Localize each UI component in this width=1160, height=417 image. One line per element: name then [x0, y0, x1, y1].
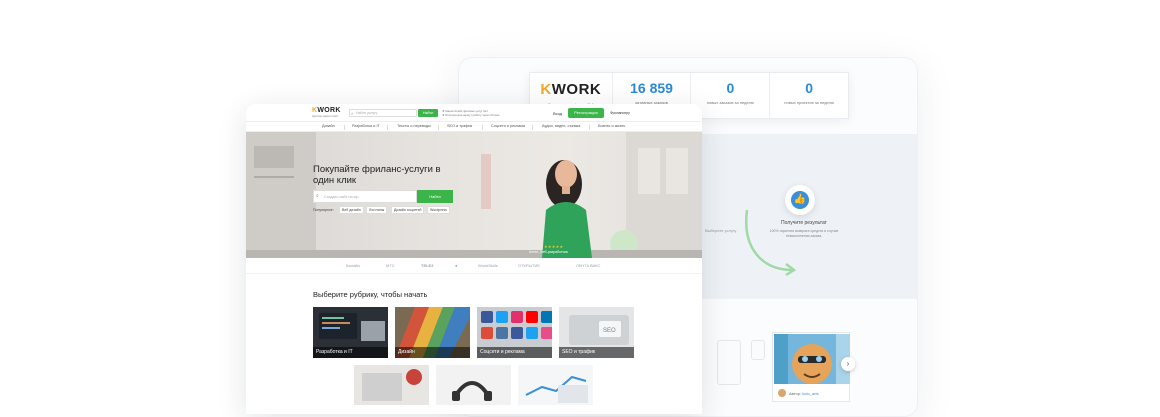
kwork-logo[interactable]: KWORK [312, 107, 341, 114]
nav-divider [589, 125, 590, 130]
nav-item-social[interactable]: Соцсети и реклама [491, 124, 525, 128]
category-card-writing[interactable] [354, 365, 429, 405]
category-label: Разработка и IT [313, 347, 388, 358]
category-label: Соцсети и реклама [477, 347, 552, 358]
stat-new-orders: 0 новых заказов за неделю [691, 73, 771, 118]
category-label: Дизайн [395, 347, 470, 358]
freelancer-link[interactable]: Фрилансеру [610, 111, 630, 115]
nav-divider [387, 125, 388, 130]
curved-arrow-icon [744, 209, 797, 277]
popular-tag[interactable]: Wordpress [427, 206, 450, 214]
section-title: Выберите рубрику, чтобы начать [313, 290, 428, 299]
client-logos: Билайн МТС TELE2 ● WorldSkills ОТКРЫТИЕ … [246, 258, 702, 274]
category-card-seo[interactable]: SEO SEO и трафик [559, 307, 634, 358]
thumbs-up-badge: 👍 [785, 185, 815, 215]
placeholder-card [717, 340, 741, 385]
header-search-input[interactable]: Найти услугу [349, 109, 417, 117]
header-promo: ★ Маркетплейс фриланс-услуг №1 ★ Исполни… [442, 109, 499, 117]
category-card-design[interactable]: Дизайн [395, 307, 470, 358]
nav-item-business[interactable]: Бизнес и жизнь [598, 124, 625, 128]
popular-label: Популярное: [313, 208, 334, 212]
carousel-next-button[interactable]: › [841, 357, 855, 371]
brand-logo: ВАКС [590, 263, 601, 268]
brand-logo: ОТКРЫТИЕ [518, 263, 541, 268]
brand-logo: Билайн [346, 263, 360, 268]
search-icon: ⌕ [316, 193, 319, 199]
nav-divider [482, 125, 483, 130]
author-avatar [778, 389, 786, 397]
hero-title: Покупайте фриланс-услуги в один клик [313, 164, 441, 186]
hero-search-button[interactable]: Найти [417, 190, 453, 203]
category-card-audio[interactable] [436, 365, 511, 405]
header-search-button[interactable]: Найти [418, 109, 438, 117]
nav-divider [344, 125, 345, 130]
portfolio-author: Автор: ludo_arts [789, 391, 819, 396]
brand-logo: ЛЕНТА [576, 263, 590, 268]
nav-divider [438, 125, 439, 130]
rating-stars: ★★★★★ [544, 244, 564, 249]
portfolio-image [774, 334, 850, 384]
apple-icon: ● [455, 263, 458, 268]
signup-button[interactable]: Регистрация [568, 108, 604, 118]
category-card-business[interactable] [518, 365, 593, 405]
brand-logo: TELE2 [421, 263, 434, 268]
brand-logo: WorldSkills [478, 263, 498, 268]
stat-caption: новых заказов за неделю [706, 100, 754, 105]
site-header: KWORK фриланс-маркетплейс Найти услугу ⌕… [246, 104, 702, 122]
nav-item-seo[interactable]: SEO и трафик [447, 124, 472, 128]
nav-item-design[interactable]: Дизайн [322, 124, 335, 128]
kwork-logo: KWORK [540, 81, 602, 98]
search-icon: ⌕ [351, 111, 354, 116]
stat-value: 16 859 [630, 80, 673, 96]
logo-subtitle: фриланс-маркетплейс [312, 115, 339, 118]
hero-banner: Покупайте фриланс-услуги в один клик Соз… [246, 132, 702, 258]
category-label: SEO и трафик [559, 347, 634, 358]
brand-logo: МТС [386, 263, 395, 268]
popular-tag[interactable]: Логотипы [366, 206, 388, 214]
result-title: Получите результат [781, 220, 827, 226]
stat-value: 0 [726, 80, 735, 96]
nav-item-audio-video[interactable]: Аудио, видео, съемка [542, 124, 580, 128]
main-browser-window: KWORK фриланс-маркетплейс Найти услугу ⌕… [246, 104, 702, 414]
category-nav: Дизайн Разработка и IT Тексты и переводы… [246, 122, 702, 132]
nav-item-texts[interactable]: Тексты и переводы [397, 124, 431, 128]
promo-line: ★ Исполнители начнут работу через 20 мин [442, 113, 500, 117]
result-text: 100% гарантия возврата средств в случае … [769, 229, 839, 238]
portfolio-card[interactable]: Автор: ludo_arts [772, 332, 850, 402]
stat-value: 0 [805, 80, 814, 96]
login-link[interactable]: Вход [553, 111, 562, 116]
stat-new-projects: 0 новых проектов за неделю [770, 73, 848, 118]
author-name-link[interactable]: ludo_arts [802, 391, 818, 396]
popular-tag[interactable]: Дизайн соцсетей [391, 206, 425, 214]
step-side-text: Выберите услугу [705, 228, 737, 233]
nav-item-dev[interactable]: Разработка и IT [352, 124, 380, 128]
popular-tag[interactable]: Веб дизайн [339, 206, 364, 214]
featured-person-name: Ангел, Веб-разработчик [529, 250, 568, 254]
author-label: Автор: [789, 391, 802, 396]
how-it-works-panel [699, 134, 917, 299]
nav-divider [532, 125, 533, 130]
svg-text:SEO: SEO [603, 328, 616, 334]
stat-caption: новых проектов за неделю [784, 100, 834, 105]
placeholder-card [751, 340, 765, 360]
thumbs-up-icon: 👍 [791, 191, 809, 209]
category-card-dev[interactable]: Разработка и IT [313, 307, 388, 358]
category-card-social[interactable]: Соцсети и реклама [477, 307, 552, 358]
hero-search-input[interactable]: Создать сайт на wp [313, 190, 417, 203]
